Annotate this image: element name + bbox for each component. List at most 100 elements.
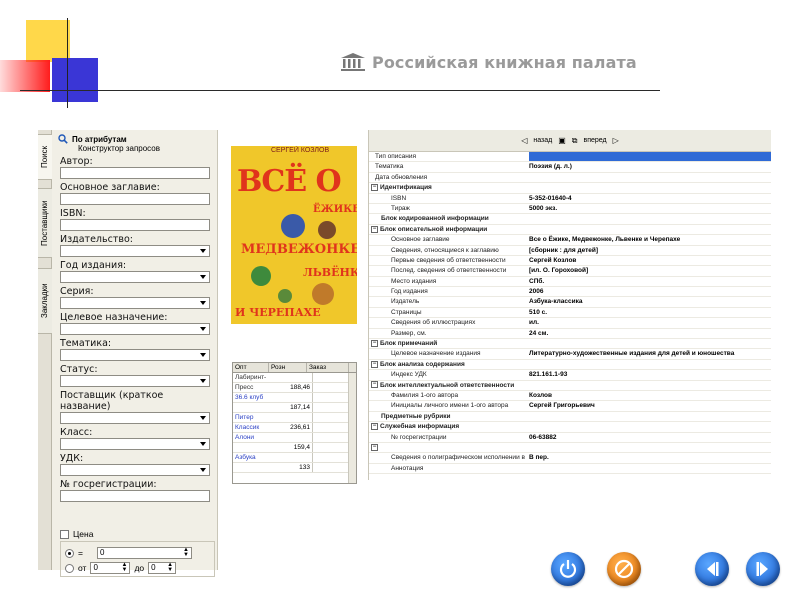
stepper-arrows-icon: ▲ ▼ (121, 562, 128, 573)
search-field-select[interactable] (60, 464, 210, 476)
record-row[interactable]: Целевое назначение издания Литературно-ху… (369, 349, 771, 360)
table-row[interactable]: Питер Классик (233, 413, 356, 431)
record-row[interactable]: Послед. сведения об ответственности [ил. … (369, 266, 771, 277)
grid-scrollbar[interactable] (348, 373, 356, 483)
record-row[interactable]: Сведения об иллюстрациях ил. (369, 318, 771, 329)
record-row[interactable]: Индекс УДК 821.161.1-93 (369, 370, 771, 381)
supplier-order-cell (313, 413, 349, 422)
record-row[interactable]: Год издания 2006 (369, 287, 771, 298)
price-eq-stepper[interactable]: 0 ▲ ▼ (96, 547, 192, 559)
record-row[interactable]: Дата обновления (369, 173, 771, 184)
record-section[interactable]: − (369, 443, 771, 454)
record-row[interactable]: Фамилия 1-ого автора Козлов (369, 391, 771, 402)
collapse-icon[interactable]: − (371, 422, 378, 430)
record-field-label: Индекс УДК (391, 371, 427, 379)
back-button[interactable]: назад (533, 137, 552, 144)
record-row[interactable]: Инициалы личного имени 1-ого автора Серге… (369, 401, 771, 412)
search-field-input[interactable] (60, 490, 210, 502)
grid-col-order[interactable]: Заказ (307, 363, 349, 372)
search-field-select[interactable] (60, 349, 210, 361)
tab-search[interactable]: Поиск (38, 134, 52, 180)
search-field-select[interactable] (60, 412, 210, 424)
tab-suppliers[interactable]: Поставщики (38, 188, 52, 258)
search-field-select[interactable] (60, 438, 210, 450)
price-checkbox[interactable] (60, 529, 69, 539)
record-field-label: Сведения о полиграфическом исполнении в (391, 454, 525, 462)
record-section[interactable]: Блок кодированной информации (369, 214, 771, 225)
search-field-label: Поставщик (краткое название) (60, 390, 164, 412)
search-field-input[interactable] (60, 193, 210, 205)
supplier-order-cell (313, 373, 349, 382)
collapse-icon[interactable]: − (371, 339, 378, 347)
copy-icon[interactable]: ⧉ (572, 136, 578, 146)
search-field-select[interactable] (60, 245, 210, 257)
supplier-order-cell (313, 423, 349, 432)
record-field-name: Основное заглавие (369, 235, 529, 244)
table-row[interactable]: Лабиринт-Пресс (233, 373, 356, 391)
collapse-icon[interactable]: − (371, 183, 378, 191)
grid-col-retail[interactable]: Розн (269, 363, 307, 372)
record-row[interactable]: Тип описания (369, 152, 771, 163)
record-row[interactable]: Тематика Поэзия (д. л.) (369, 162, 771, 173)
record-section[interactable]: − Блок интеллектуальной ответственности (369, 381, 771, 391)
search-field-select[interactable] (60, 297, 210, 309)
record-row[interactable]: Аннотация (369, 464, 771, 475)
record-section[interactable]: − Блок описательной информации (369, 225, 771, 236)
table-row[interactable]: 159,4 (233, 443, 356, 453)
table-row[interactable]: 133 (233, 463, 356, 473)
supplier-order-cell (313, 453, 349, 462)
record-section[interactable]: − Блок анализа содержания (369, 360, 771, 371)
price-range-radio[interactable] (65, 563, 74, 573)
search-field-label: Издательство: (60, 234, 133, 245)
search-field-select[interactable] (60, 323, 210, 335)
record-row[interactable]: Тираж 5000 экз. (369, 204, 771, 215)
previous-button[interactable] (695, 552, 729, 586)
record-row[interactable]: Сведения, относящиеся к заглавию [сборник… (369, 246, 771, 256)
forward-arrow-icon[interactable]: ▷ (613, 136, 619, 145)
record-row[interactable]: ISBN 5-352-01640-4 (369, 194, 771, 204)
record-section[interactable]: − Идентификация (369, 183, 771, 194)
record-row[interactable]: Страницы 510 с. (369, 308, 771, 319)
table-row[interactable]: 187,14 (233, 403, 356, 413)
query-builder-link[interactable]: Конструктор запросов (78, 144, 213, 153)
search-field-input[interactable] (60, 167, 210, 179)
price-eq-radio[interactable] (65, 548, 74, 558)
record-field-name: Сведения об иллюстрациях (369, 318, 529, 327)
collapse-icon[interactable]: − (371, 381, 378, 389)
forward-button[interactable]: вперед (584, 137, 607, 144)
search-field-select[interactable] (60, 375, 210, 387)
supplier-name (233, 463, 275, 472)
price-from-stepper[interactable]: 0 ▲ ▼ (90, 562, 131, 574)
back-arrow-icon[interactable]: ◁ (521, 136, 527, 145)
search-heading[interactable]: По атрибутам (58, 134, 213, 144)
table-row[interactable]: 36.6 клуб (233, 393, 356, 403)
table-row[interactable]: Азбука (233, 453, 356, 463)
brand-title: Российская книжная палата (372, 52, 637, 72)
collapse-icon[interactable]: − (371, 443, 378, 451)
record-row[interactable]: Основное заглавие Все о Ёжике, Медвежонке… (369, 235, 771, 246)
record-section[interactable]: Предметные рубрики (369, 412, 771, 423)
record-section[interactable]: − Блок примечаний (369, 339, 771, 350)
record-row[interactable]: Издатель Азбука-классика (369, 297, 771, 308)
next-button[interactable] (746, 552, 780, 586)
search-field-input[interactable] (60, 219, 210, 231)
table-row[interactable]: 236,61 (233, 423, 356, 433)
stop-button[interactable] (607, 552, 641, 586)
record-row[interactable]: Первые сведения об ответственности Сергей… (369, 256, 771, 267)
tab-bookmarks[interactable]: Закладки (38, 268, 52, 334)
table-row[interactable]: 188,46 (233, 383, 356, 393)
search-field-select[interactable] (60, 271, 210, 283)
collapse-icon[interactable]: − (371, 360, 378, 368)
collapse-icon[interactable]: − (371, 225, 378, 233)
power-button[interactable] (551, 552, 585, 586)
table-row[interactable]: Алони (233, 433, 356, 443)
record-row[interactable]: Сведения о полиграфическом исполнении в В… (369, 453, 771, 464)
price-to-stepper[interactable]: 0 ▲ ▼ (148, 562, 177, 574)
grid-col-wholesale[interactable]: Опт (233, 363, 269, 372)
save-icon[interactable]: ▣ (558, 136, 566, 145)
record-row[interactable]: № госрегистрации 06-63882 (369, 433, 771, 443)
record-row[interactable]: Размер, см. 24 см. (369, 329, 771, 340)
record-field-label: Инициалы личного имени 1-ого автора (391, 402, 509, 410)
record-row[interactable]: Место издания СПб. (369, 277, 771, 288)
record-section[interactable]: − Служебная информация (369, 422, 771, 433)
